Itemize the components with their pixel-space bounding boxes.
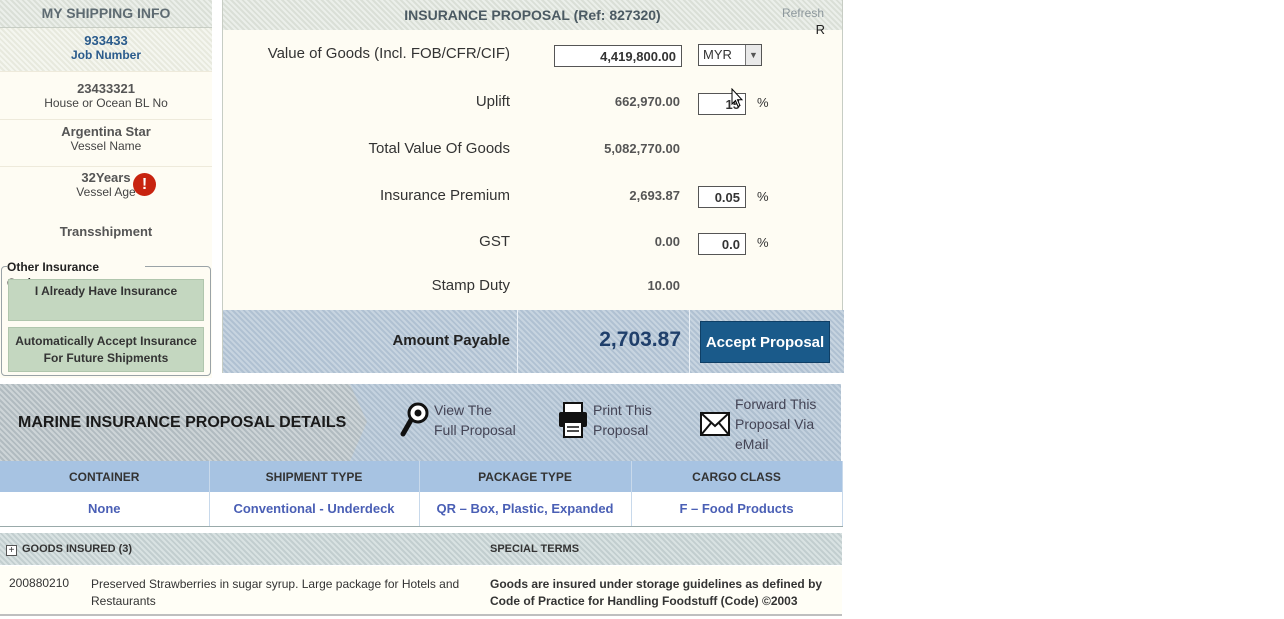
list-item: 200880210 Preserved Strawberries in suga… — [0, 566, 842, 616]
forward-proposal-line3: eMail — [735, 436, 769, 452]
already-have-insurance-button[interactable]: I Already Have Insurance — [8, 279, 204, 321]
vessel-age-block: 32Years Vessel Age — [0, 167, 212, 212]
insurance-proposal-panel: INSURANCE PROPOSAL (Ref: 827320) Refresh… — [222, 0, 844, 373]
container-value: None — [0, 492, 210, 527]
uplift-label: Uplift — [475, 93, 510, 110]
shipping-info-panel: MY SHIPPING INFO 933433 Job Number 23433… — [0, 0, 212, 378]
expand-plus-icon[interactable]: + — [6, 545, 17, 556]
column-header-shipment-type: SHIPMENT TYPE — [209, 461, 420, 492]
forward-proposal-line1: Forward This — [735, 396, 817, 412]
shipment-type-value: Conventional - Underdeck — [209, 492, 420, 527]
print-proposal-line1: Print This — [593, 402, 652, 418]
gst-percent-sign: % — [757, 235, 769, 250]
accept-proposal-button[interactable]: Accept Proposal — [700, 321, 830, 363]
view-proposal-line2: Full Proposal — [434, 422, 516, 438]
forward-proposal-line2: Proposal Via — [735, 416, 815, 432]
currency-value: MYR — [703, 47, 732, 62]
amount-payable-label: Amount Payable — [392, 332, 510, 349]
premium-percent-sign: % — [757, 189, 769, 204]
goods-insured-header: + GOODS INSURED (3) SPECIAL TERMS — [0, 533, 842, 565]
total-value-label: Total Value Of Goods — [368, 140, 510, 157]
payable-divider — [517, 310, 518, 373]
auto-accept-insurance-button[interactable]: Automatically Accept Insurance For Futur… — [8, 327, 204, 372]
forward-proposal-email-link[interactable]: Forward This Proposal Via eMail — [699, 394, 816, 454]
alert-icon[interactable]: ! — [133, 173, 156, 196]
transshipment-label: Transshipment — [59, 224, 153, 239]
uplift-row: Uplift 662,970.00 % — [223, 80, 844, 126]
shipment-details-table: CONTAINER SHIPMENT TYPE PACKAGE TYPE CAR… — [0, 461, 843, 527]
column-header-container: CONTAINER — [0, 461, 210, 492]
column-header-cargo-class: CARGO CLASS — [631, 461, 843, 492]
chevron-down-icon: ▼ — [745, 45, 761, 65]
insurance-premium-label: Insurance Premium — [379, 187, 510, 204]
total-value-row: Total Value Of Goods 5,082,770.00 — [223, 127, 844, 173]
other-insurance-options: Other Insurance Options I Already Have I… — [1, 259, 211, 376]
uplift-percent-sign: % — [757, 95, 769, 110]
magnifier-icon — [400, 402, 429, 437]
vessel-age-label: Vessel Age — [76, 185, 136, 199]
envelope-icon — [700, 412, 730, 436]
shipping-info-title: MY SHIPPING INFO — [0, 0, 212, 28]
column-header-package-type: PACKAGE TYPE — [419, 461, 632, 492]
vessel-name: Argentina Star — [61, 124, 151, 139]
bl-number: 23433321 — [77, 81, 135, 96]
stamp-duty-value: 10.00 — [647, 278, 680, 293]
goods-insured-title[interactable]: GOODS INSURED (3) — [22, 543, 132, 555]
vessel-name-block: Argentina Star Vessel Name — [0, 120, 212, 167]
proposal-title: INSURANCE PROPOSAL (Ref: 827320) — [223, 0, 842, 30]
bl-number-label: House or Ocean BL No — [44, 96, 168, 110]
premium-percent-input[interactable] — [698, 186, 746, 208]
mouse-cursor-icon — [731, 88, 743, 108]
payable-divider — [689, 310, 690, 373]
uplift-value: 662,970.00 — [614, 94, 680, 109]
vessel-age: 32Years — [81, 170, 131, 185]
print-proposal-link[interactable]: Print This Proposal — [557, 400, 652, 440]
currency-select[interactable]: MYR ▼ — [698, 44, 762, 66]
refresh-link[interactable]: Refresh — [782, 6, 824, 20]
view-proposal-line1: View The — [434, 402, 492, 418]
view-full-proposal-link[interactable]: View The Full Proposal — [400, 400, 516, 440]
proposal-details-banner: MARINE INSURANCE PROPOSAL DETAILS View T… — [0, 384, 841, 461]
details-title-block: MARINE INSURANCE PROPOSAL DETAILS — [0, 384, 367, 461]
job-number-block: 933433 Job Number — [0, 28, 212, 72]
stamp-duty-row: Stamp Duty 10.00 — [223, 264, 844, 310]
printer-icon — [559, 402, 587, 438]
goods-item-id: 200880210 — [9, 576, 70, 590]
gst-percent-input[interactable] — [698, 233, 746, 255]
bl-number-block: 23433321 House or Ocean BL No — [0, 72, 212, 120]
transshipment-block: Transshipment — [0, 212, 212, 248]
amount-payable-value: 2,703.87 — [599, 328, 681, 351]
special-terms-title: SPECIAL TERMS — [490, 543, 580, 555]
job-number: 933433 — [84, 33, 128, 48]
job-number-label: Job Number — [70, 48, 141, 62]
amount-payable-bar: Amount Payable 2,703.87 Accept Proposal — [223, 310, 844, 373]
insurance-premium-row: Insurance Premium 2,693.87 % — [223, 174, 844, 220]
value-of-goods-input[interactable] — [554, 45, 682, 67]
package-type-value: QR – Box, Plastic, Expanded — [419, 492, 632, 527]
cargo-class-value: F – Food Products — [631, 492, 843, 527]
gst-row: GST 0.00 % — [223, 220, 844, 266]
gst-label: GST — [479, 233, 510, 250]
table-row: None Conventional - Underdeck QR – Box, … — [0, 492, 843, 527]
details-title: MARINE INSURANCE PROPOSAL DETAILS — [18, 414, 347, 431]
goods-item-description: Preserved Strawberries in sugar syrup. L… — [91, 577, 460, 608]
gst-value: 0.00 — [654, 234, 680, 249]
total-value-value: 5,082,770.00 — [604, 141, 680, 156]
special-terms-text: Goods are insured under storage guidelin… — [490, 577, 823, 608]
vessel-name-label: Vessel Name — [70, 139, 142, 153]
value-of-goods-label: Value of Goods (Incl. FOB/CFR/CIF) — [267, 45, 510, 62]
stamp-duty-label: Stamp Duty — [431, 277, 510, 294]
insurance-premium-value: 2,693.87 — [629, 188, 680, 203]
table-header-row: CONTAINER SHIPMENT TYPE PACKAGE TYPE CAR… — [0, 461, 843, 492]
print-proposal-line2: Proposal — [593, 422, 649, 438]
